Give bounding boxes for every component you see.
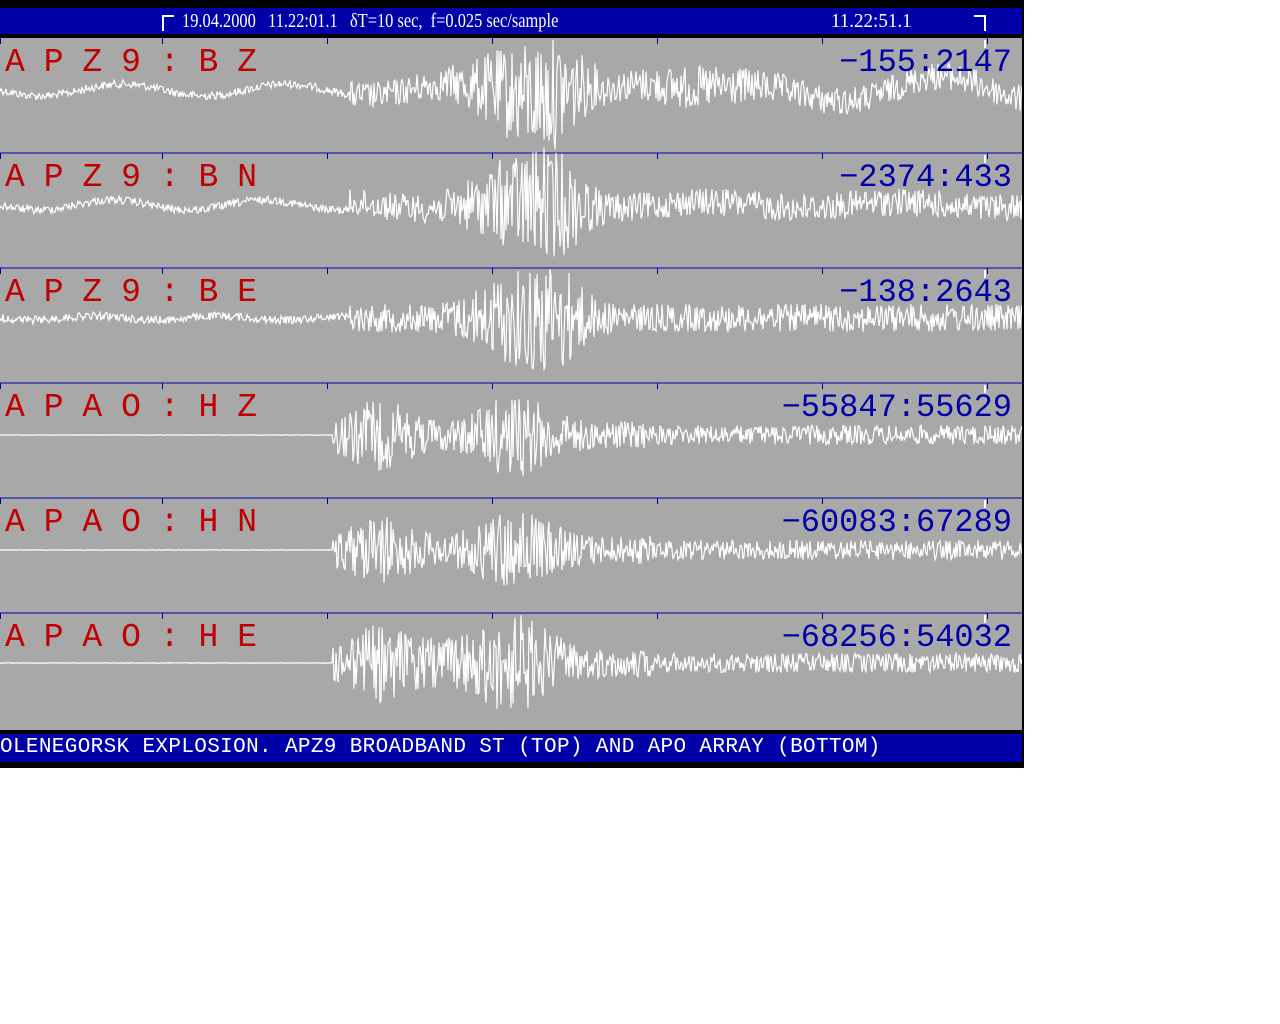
footer-bar: OLENEGORSK EXPLOSION. APZ9 BROADBAND ST … — [0, 734, 1022, 762]
channel-range: −2374:433 — [839, 159, 1012, 196]
header-end-time: 11.22:51.1 — [831, 10, 912, 32]
channel-range: −68256:54032 — [782, 619, 1012, 656]
channel-label: APAO:HZ — [5, 389, 257, 426]
channel-range: −55847:55629 — [782, 389, 1012, 426]
channel-row: APZ9:BN −2374:433 — [0, 147, 1022, 257]
channel-label: APZ9:BZ — [5, 44, 257, 81]
right-time-marker-icon — [974, 15, 986, 31]
header-start-info: 19.04.2000 11.22:01.1 δT=10 sec, f=0.025… — [182, 10, 559, 32]
channel-label: APAO:HE — [5, 619, 257, 656]
channel-range: −60083:67289 — [782, 504, 1012, 541]
channel-range: −138:2643 — [839, 274, 1012, 311]
channel-label: APAO:HN — [5, 504, 257, 541]
channel-label: APZ9:BE — [5, 274, 257, 311]
channel-label: APZ9:BN — [5, 159, 257, 196]
footer-caption: OLENEGORSK EXPLOSION. APZ9 BROADBAND ST … — [0, 736, 881, 759]
trace-canvas: APZ9:BZ −155:2147 APZ9:BN −2374:433 APZ9:BE −… — [0, 38, 1022, 709]
seismogram-viewer: 19.04.2000 11.22:01.1 δT=10 sec, f=0.025… — [0, 0, 1024, 768]
header-bar: 19.04.2000 11.22:01.1 δT=10 sec, f=0.025… — [0, 8, 1022, 34]
channel-row: APAO:HN −60083:67289 — [0, 497, 1022, 586]
left-time-marker-icon — [162, 15, 174, 31]
channel-row: APAO:HE −68256:54032 — [0, 612, 1022, 709]
channel-row: APZ9:BE −138:2643 — [0, 267, 1022, 371]
channel-row: APZ9:BZ −155:2147 — [0, 38, 1022, 150]
trace-panel: APZ9:BZ −155:2147 APZ9:BN −2374:433 APZ9:BE −… — [0, 38, 1022, 730]
channel-range: −155:2147 — [839, 44, 1012, 81]
channel-row: APAO:HZ −55847:55629 — [0, 382, 1022, 476]
